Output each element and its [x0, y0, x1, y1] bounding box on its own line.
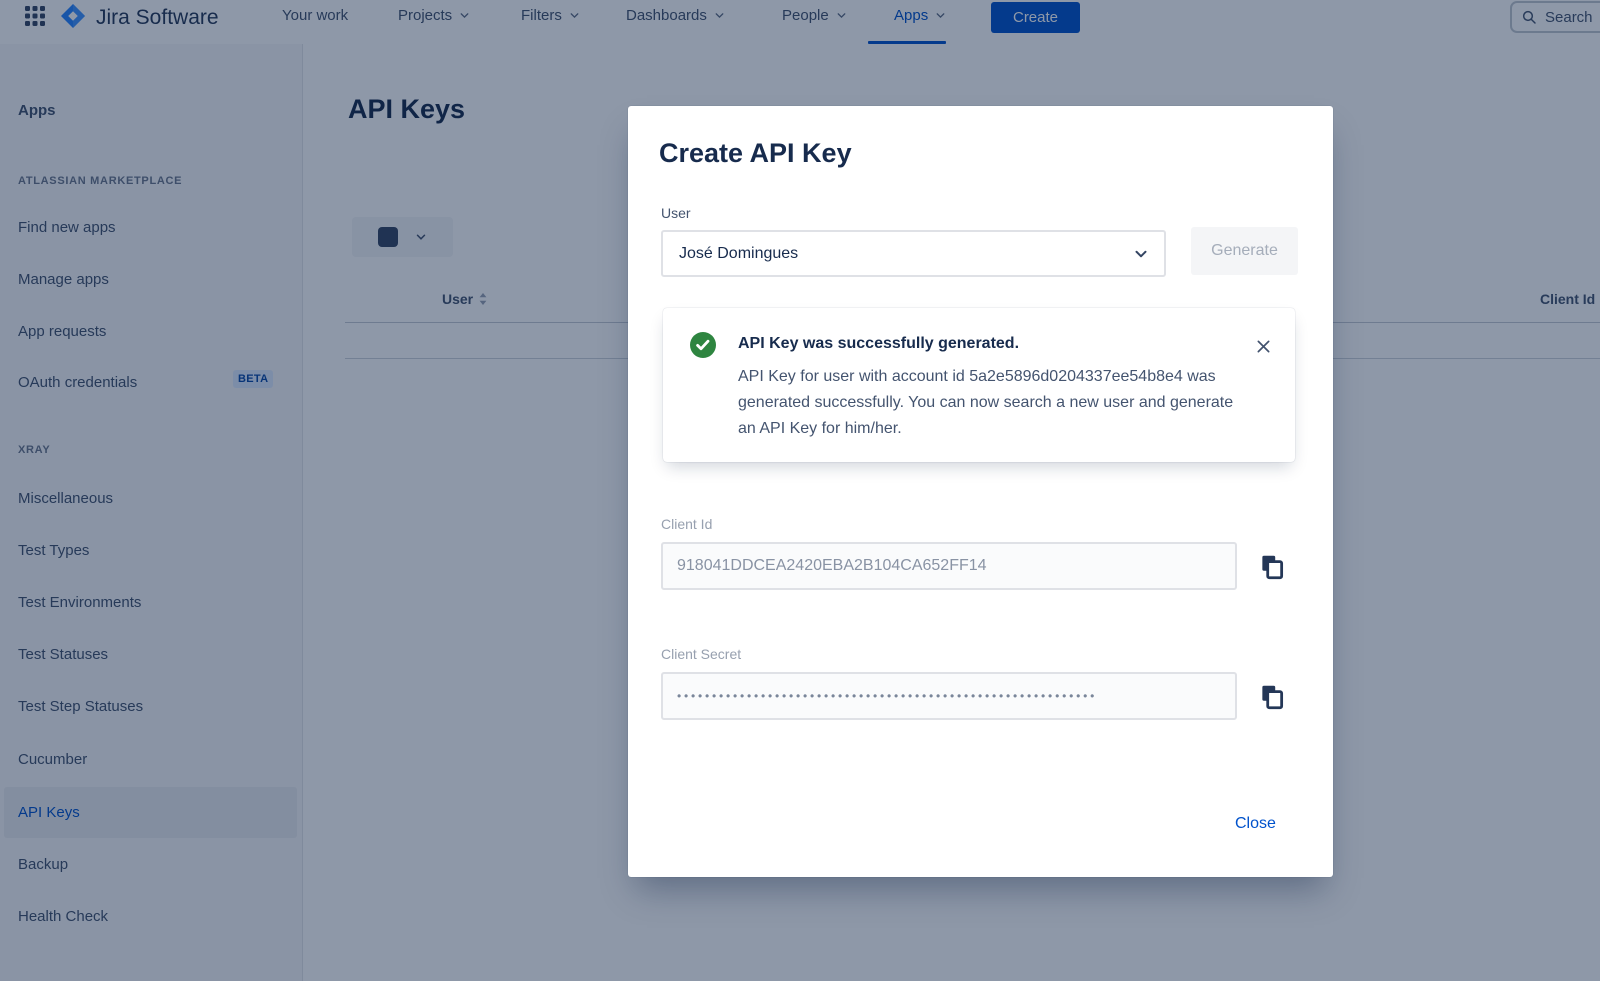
user-select-value: José Domingues: [679, 245, 798, 263]
success-flag-title: API Key was successfully generated.: [738, 335, 1019, 353]
client-secret-input[interactable]: [661, 672, 1237, 720]
generate-button[interactable]: Generate: [1191, 227, 1298, 275]
dialog-close-button[interactable]: Close: [1235, 815, 1276, 833]
dialog-title: Create API Key: [659, 138, 852, 169]
client-id-label: Client Id: [661, 516, 712, 532]
copy-client-secret-button[interactable]: [1254, 680, 1290, 716]
copy-icon: [1257, 552, 1287, 582]
client-id-input[interactable]: [661, 542, 1237, 590]
jira-api-keys-screen: Jira Software Your work Projects Filters…: [0, 0, 1600, 981]
success-flag: API Key was successfully generated. API …: [663, 308, 1295, 462]
user-field-label: User: [661, 205, 691, 221]
chevron-down-icon: [1132, 245, 1150, 263]
close-icon: [1256, 339, 1271, 354]
success-check-icon: [690, 332, 716, 358]
copy-icon: [1257, 682, 1287, 712]
success-flag-body: API Key for user with account id 5a2e589…: [738, 364, 1243, 442]
user-select[interactable]: José Domingues: [661, 230, 1166, 277]
flag-close-button[interactable]: [1249, 332, 1277, 360]
client-secret-label: Client Secret: [661, 646, 741, 662]
create-api-key-dialog: Create API Key User José Domingues Gener…: [628, 106, 1333, 877]
copy-client-id-button[interactable]: [1254, 550, 1290, 586]
